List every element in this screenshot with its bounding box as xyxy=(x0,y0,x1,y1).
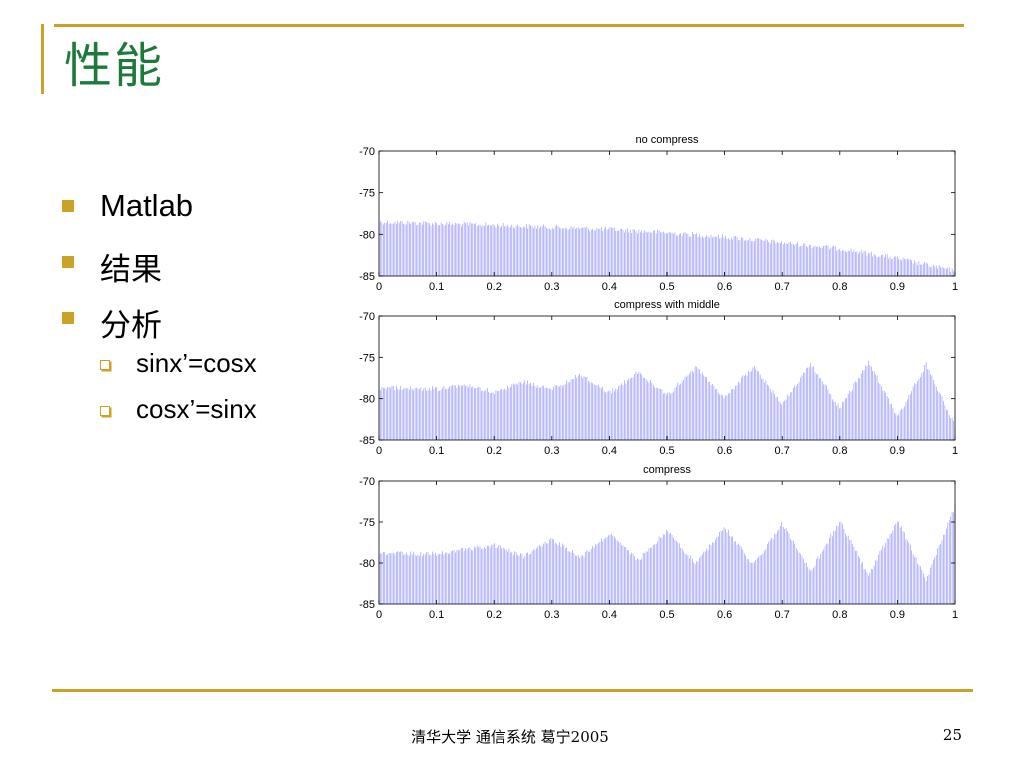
subplot-2: compress with middle 0 0.1 0.2 0.3 0.4 0.5 0.6 0… xyxy=(359,299,958,457)
y-tick-label: -80 xyxy=(359,394,375,406)
x-tick-label: 1 xyxy=(952,609,958,621)
x-tick-label: 1 xyxy=(952,281,958,293)
x-tick-label: 0.1 xyxy=(429,445,444,457)
y-tick-label: -85 xyxy=(359,435,375,447)
y-tick-label: -75 xyxy=(359,352,375,364)
x-tick-label: 0.2 xyxy=(487,281,502,293)
x-tick-label: 0.3 xyxy=(544,281,559,293)
y-tick-label: -85 xyxy=(359,599,375,611)
x-tick-label: 0 xyxy=(376,281,382,293)
x-tick-label: 0.8 xyxy=(832,281,847,293)
x-tick-label: 0.3 xyxy=(544,609,559,621)
y-tick-label: -80 xyxy=(359,229,375,241)
series-line xyxy=(378,504,956,604)
footer-credit: 清华大学 通信系统 葛宁2005 xyxy=(411,728,609,746)
x-tick-label: 0.7 xyxy=(775,609,790,621)
x-tick-label: 0.6 xyxy=(717,281,732,293)
x-tick-label: 0 xyxy=(376,445,382,457)
x-tick-label: 0.9 xyxy=(890,281,905,293)
x-tick-label: 0.7 xyxy=(775,445,790,457)
subplot-title: compress xyxy=(643,464,691,476)
x-tick-label: 0.1 xyxy=(429,609,444,621)
y-tick-label: -70 xyxy=(359,146,375,158)
bottom-rule xyxy=(52,689,973,692)
x-tick-label: 0.8 xyxy=(832,445,847,457)
series-line xyxy=(378,360,956,440)
subplot-title: no compress xyxy=(636,134,699,146)
x-tick-label: 0.1 xyxy=(429,281,444,293)
subplot-3: compress 0 0.1 0.2 0.3 0.4 0.5 0.6 0.7 0.8 0.9 1 -70… xyxy=(359,464,958,621)
x-tick-label: 0.4 xyxy=(602,609,617,621)
x-tick-label: 0.2 xyxy=(487,609,502,621)
page-number: 25 xyxy=(942,726,962,744)
x-tick-label: 0.3 xyxy=(544,445,559,457)
x-tick-label: 0.8 xyxy=(832,609,847,621)
x-tick-label: 0.5 xyxy=(659,281,674,293)
y-tick-label: -75 xyxy=(359,188,375,200)
y-tick-label: -85 xyxy=(359,271,375,283)
y-tick-label: -75 xyxy=(359,517,375,529)
x-tick-label: 0.9 xyxy=(890,445,905,457)
subplot-title: compress with middle xyxy=(614,299,720,311)
x-tick-label: 0.6 xyxy=(717,445,732,457)
x-tick-label: 0.6 xyxy=(717,609,732,621)
y-tick-label: -80 xyxy=(359,558,375,570)
chart-figure: no compress 0 0.1 0.2 0.3 0.4 0.5 0.6 0.7 0.8 0.9 1… xyxy=(359,134,958,621)
x-tick-label: 0.5 xyxy=(659,609,674,621)
x-tick-label: 0.4 xyxy=(602,281,617,293)
x-tick-label: 0.4 xyxy=(602,445,617,457)
subplot-1: no compress 0 0.1 0.2 0.3 0.4 0.5 0.6 0.7 0.8 0.9 1… xyxy=(359,134,958,293)
series-line xyxy=(378,220,956,276)
x-tick-label: 0.9 xyxy=(890,609,905,621)
x-tick-label: 0.2 xyxy=(487,445,502,457)
y-tick-label: -70 xyxy=(359,311,375,323)
x-tick-label: 1 xyxy=(952,445,958,457)
x-tick-label: 0.7 xyxy=(775,281,790,293)
x-tick-label: 0 xyxy=(376,609,382,621)
y-tick-label: -70 xyxy=(359,476,375,488)
x-tick-label: 0.5 xyxy=(659,445,674,457)
